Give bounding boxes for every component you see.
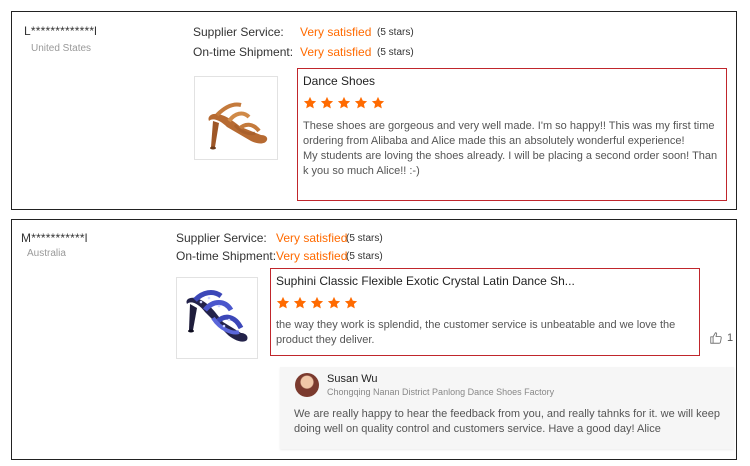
review-text: These shoes are gorgeous and very well m… <box>303 120 718 177</box>
supplier-service-label: Supplier Service: <box>176 231 267 245</box>
supplier-service-value: Very satisfied <box>300 25 372 39</box>
tan-dance-shoe-image <box>208 102 268 150</box>
shipment-stars: (5 stars) <box>346 251 383 262</box>
star-icon <box>303 96 317 109</box>
helpful-button[interactable]: 1 <box>709 331 733 345</box>
supplier-service-stars: (5 stars) <box>346 233 383 244</box>
review-content-box: Dance Shoes These shoes are gorgeous and… <box>297 68 727 201</box>
star-icon <box>371 96 385 109</box>
rating-stars <box>276 296 358 310</box>
supplier-service-label: Supplier Service: <box>193 25 284 39</box>
product-title[interactable]: Suphini Classic Flexible Exotic Crystal … <box>276 274 575 288</box>
avatar <box>295 373 319 397</box>
reply-company[interactable]: Chongqing Nanan District Panlong Dance S… <box>327 387 554 397</box>
reviewer-country: Australia <box>27 248 66 259</box>
blue-dance-shoe-image <box>186 290 248 342</box>
star-icon <box>310 296 324 309</box>
supplier-service-stars: (5 stars) <box>377 27 414 38</box>
review-card: M***********l Australia Supplier Service… <box>11 219 737 460</box>
star-icon <box>344 296 358 309</box>
star-icon <box>320 96 334 109</box>
product-title[interactable]: Dance Shoes <box>303 74 375 88</box>
review-text: the way they work is splendid, the custo… <box>276 319 676 346</box>
shipment-label: On-time Shipment: <box>193 45 294 59</box>
shipment-value: Very satisfied <box>276 249 348 263</box>
rating-stars <box>303 96 385 110</box>
shipment-stars: (5 stars) <box>377 47 414 58</box>
review-content-box: Suphini Classic Flexible Exotic Crystal … <box>270 268 700 356</box>
star-icon <box>276 296 290 309</box>
product-thumbnail[interactable] <box>176 277 258 359</box>
review-card: L*************l United States Supplier S… <box>11 11 737 210</box>
reviewer-name: M***********l <box>21 231 88 245</box>
reviewer-country: United States <box>31 43 92 54</box>
star-icon <box>337 96 351 109</box>
reply-text: We are really happy to hear the feedback… <box>294 408 720 435</box>
supplier-reply: Susan Wu Chongqing Nanan District Panlon… <box>280 367 734 449</box>
reply-author-name: Susan Wu <box>327 373 378 385</box>
shipment-label: On-time Shipment: <box>176 249 277 263</box>
helpful-count: 1 <box>727 332 734 344</box>
shipment-value: Very satisfied <box>300 45 372 59</box>
reviewer-name: L*************l <box>24 24 98 38</box>
product-thumbnail[interactable] <box>194 76 278 160</box>
thumbs-up-icon <box>710 332 722 344</box>
supplier-service-value: Very satisfied <box>276 231 348 245</box>
star-icon <box>327 296 341 309</box>
star-icon <box>293 296 307 309</box>
star-icon <box>354 96 368 109</box>
